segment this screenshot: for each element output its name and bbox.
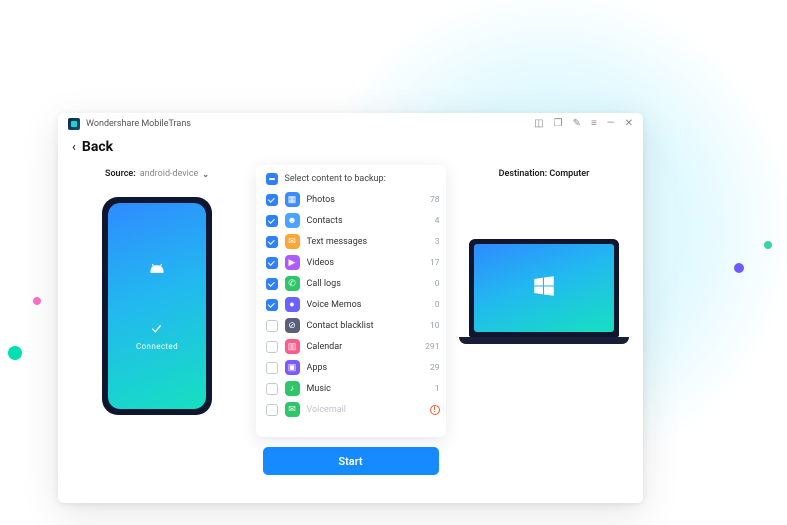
destination-label: Destination: Computer bbox=[499, 169, 590, 179]
chevron-down-icon: ⌄ bbox=[202, 170, 209, 179]
checkbox-videos[interactable] bbox=[266, 257, 278, 269]
row-label: Photos bbox=[307, 195, 423, 205]
row-count: 3 bbox=[435, 237, 440, 247]
source-device: android-device bbox=[140, 169, 199, 179]
content-row-voicemail[interactable]: ✉ Voicemail! bbox=[266, 399, 440, 420]
list-header-label: Select content to backup: bbox=[285, 174, 386, 184]
content-list-scroll[interactable]: ▦ Photos 78 ☻ Contacts 4 ✉ Text messages 3 ▶ Video… bbox=[256, 189, 446, 437]
checkbox-blacklist[interactable] bbox=[266, 320, 278, 332]
checkbox-voicemail[interactable] bbox=[266, 404, 278, 416]
row-count: 10 bbox=[430, 321, 440, 331]
minimize-icon[interactable]: — bbox=[607, 119, 615, 129]
row-count: 29 bbox=[430, 363, 440, 373]
close-icon[interactable]: ✕ bbox=[625, 119, 633, 129]
decorative-dot bbox=[33, 297, 41, 305]
checkbox-music[interactable] bbox=[266, 383, 278, 395]
destination-column: Destination: Computer bbox=[459, 165, 629, 493]
source-label: Source: bbox=[105, 169, 136, 179]
content-row-apps[interactable]: ▣ Apps 29 bbox=[266, 357, 440, 378]
checkbox-photos[interactable] bbox=[266, 194, 278, 206]
checkbox-apps[interactable] bbox=[266, 362, 278, 374]
checkbox-calllogs[interactable] bbox=[266, 278, 278, 290]
content-row-calendar[interactable]: ▥ Calendar 291 bbox=[266, 336, 440, 357]
content-row-calllogs[interactable]: ✆ Call logs 0 bbox=[266, 273, 440, 294]
row-label: Music bbox=[307, 384, 428, 394]
checkbox-messages[interactable] bbox=[266, 236, 278, 248]
decorative-dot bbox=[8, 346, 22, 360]
row-label: Contacts bbox=[307, 216, 428, 226]
content-row-messages[interactable]: ✉ Text messages 3 bbox=[266, 231, 440, 252]
calendar-icon: ▥ bbox=[285, 339, 300, 354]
row-label: Apps bbox=[307, 363, 423, 373]
content-row-voicememos[interactable]: ● Voice Memos 0 bbox=[266, 294, 440, 315]
row-label: Voice Memos bbox=[307, 300, 428, 310]
calllogs-icon: ✆ bbox=[285, 276, 300, 291]
music-icon: ♪ bbox=[285, 381, 300, 396]
voicemail-icon: ✉ bbox=[285, 402, 300, 417]
source-column: Source: android-device ⌄ Connected bbox=[72, 165, 242, 493]
laptop-illustration bbox=[459, 239, 629, 344]
content-column: Select content to backup: ▦ Photos 78 ☻ Cont… bbox=[250, 165, 451, 493]
contacts-icon: ☻ bbox=[285, 213, 300, 228]
checkbox-voicememos[interactable] bbox=[266, 299, 278, 311]
titlebar: Wondershare MobileTrans ◫ ❐ ✎ ≡ — ✕ bbox=[58, 113, 643, 135]
row-count: 78 bbox=[430, 195, 440, 205]
app-window: Wondershare MobileTrans ◫ ❐ ✎ ≡ — ✕ ‹ Ba… bbox=[58, 113, 643, 503]
row-count: 0 bbox=[435, 279, 440, 289]
start-button[interactable]: Start bbox=[263, 447, 439, 475]
phone-status: Connected bbox=[136, 342, 178, 351]
content-list: Select content to backup: ▦ Photos 78 ☻ Cont… bbox=[256, 165, 446, 437]
select-all-checkbox[interactable] bbox=[266, 173, 278, 185]
blacklist-icon: ⊘ bbox=[285, 318, 300, 333]
app-title: Wondershare MobileTrans bbox=[86, 119, 191, 129]
menu-icon[interactable]: ≡ bbox=[591, 119, 597, 129]
chevron-left-icon: ‹ bbox=[72, 140, 76, 155]
photos-icon: ▦ bbox=[285, 192, 300, 207]
content-row-contacts[interactable]: ☻ Contacts 4 bbox=[266, 210, 440, 231]
back-button[interactable]: ‹ Back bbox=[58, 135, 643, 161]
row-count: 1 bbox=[435, 384, 440, 394]
videos-icon: ▶ bbox=[285, 255, 300, 270]
content-row-blacklist[interactable]: ⊘ Contact blacklist 10 bbox=[266, 315, 440, 336]
row-label: Contact blacklist bbox=[307, 321, 423, 331]
android-icon bbox=[144, 262, 170, 292]
start-label: Start bbox=[338, 455, 362, 468]
content-row-music[interactable]: ♪ Music 1 bbox=[266, 378, 440, 399]
source-selector[interactable]: Source: android-device ⌄ bbox=[105, 165, 209, 183]
phone-illustration: Connected bbox=[102, 197, 212, 415]
apps-icon: ▣ bbox=[285, 360, 300, 375]
decorative-dot bbox=[764, 241, 772, 249]
row-count: 291 bbox=[425, 342, 439, 352]
edit-icon[interactable]: ✎ bbox=[573, 119, 581, 129]
row-label: Calendar bbox=[307, 342, 419, 352]
messages-icon: ✉ bbox=[285, 234, 300, 249]
content-row-videos[interactable]: ▶ Videos 17 bbox=[266, 252, 440, 273]
windows-icon bbox=[531, 273, 557, 303]
checkbox-contacts[interactable] bbox=[266, 215, 278, 227]
checkbox-calendar[interactable] bbox=[266, 341, 278, 353]
row-label: Text messages bbox=[307, 237, 428, 247]
content-row-photos[interactable]: ▦ Photos 78 bbox=[266, 189, 440, 210]
feedback-icon[interactable]: ❐ bbox=[554, 119, 563, 129]
app-icon bbox=[68, 118, 80, 130]
decorative-dot bbox=[734, 263, 744, 273]
row-label: Videos bbox=[307, 258, 423, 268]
check-icon bbox=[150, 322, 164, 336]
row-count: 4 bbox=[435, 216, 440, 226]
row-count: 0 bbox=[435, 300, 440, 310]
row-label: Voicemail bbox=[307, 405, 423, 415]
voicememos-icon: ● bbox=[285, 297, 300, 312]
back-label: Back bbox=[82, 139, 113, 155]
row-label: Call logs bbox=[307, 279, 428, 289]
user-icon[interactable]: ◫ bbox=[534, 119, 543, 129]
row-count: 17 bbox=[430, 258, 440, 268]
warning-icon: ! bbox=[430, 405, 440, 415]
